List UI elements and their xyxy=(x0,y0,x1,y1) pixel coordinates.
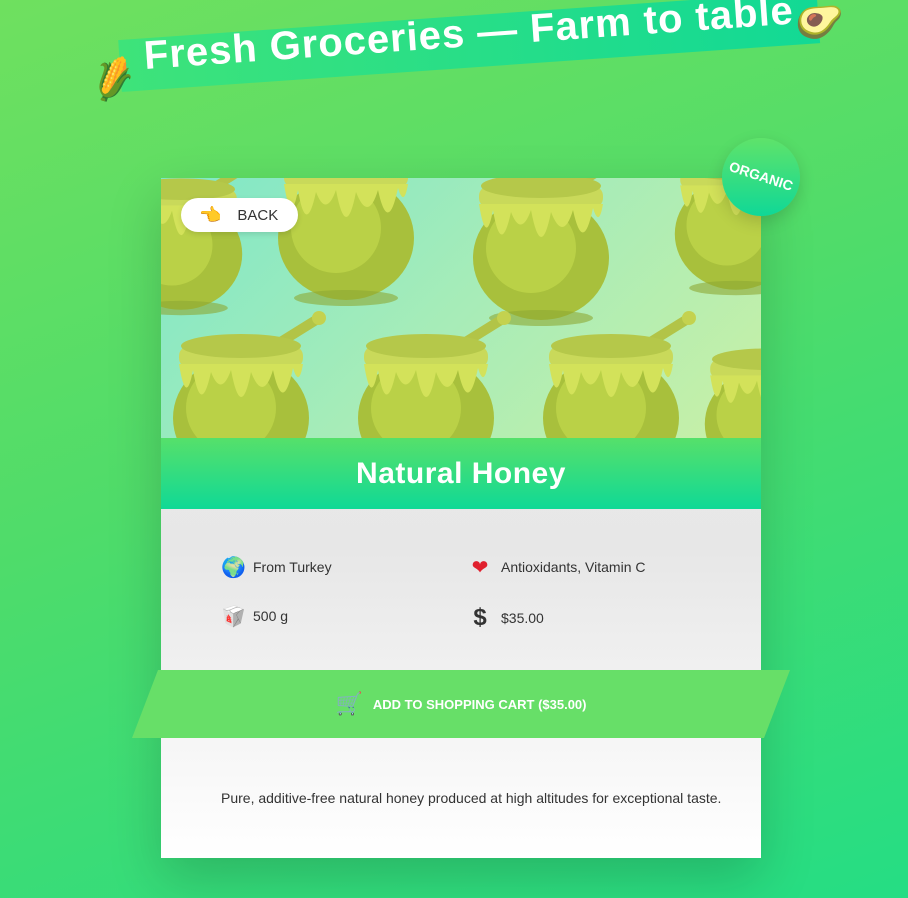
back-button[interactable]: 👈 BACK xyxy=(181,198,298,232)
price-info: $ $35.00 xyxy=(469,604,544,632)
honey-pot-icon xyxy=(173,311,326,438)
heart-icon: ❤ xyxy=(471,555,489,579)
honey-pot-icon xyxy=(473,178,609,326)
shopping-cart-icon: 🛒 xyxy=(335,691,363,717)
weight-text: 500 g xyxy=(253,608,289,624)
origin-text: From Turkey xyxy=(253,559,332,575)
origin-info: 🌍 From Turkey xyxy=(221,555,332,579)
add-to-cart-button[interactable]: 🛒 ADD TO SHOPPING CART ($35.00) xyxy=(132,670,790,738)
price-text: $35.00 xyxy=(501,610,544,626)
organic-badge-label: ORGANIC xyxy=(727,158,795,194)
honey-pot-icon xyxy=(278,178,414,306)
nutrients-info: ❤ Antioxidants, Vitamin C xyxy=(469,555,646,579)
takeout-box-icon: 🥡 xyxy=(221,604,246,628)
organic-badge: ORGANIC xyxy=(722,138,800,216)
dollar-icon: $ xyxy=(473,604,487,631)
product-description: Pure, additive-free natural honey produc… xyxy=(221,790,722,806)
pointing-hand-icon: 👈 xyxy=(199,204,222,226)
product-title-band: Natural Honey xyxy=(161,438,761,509)
honey-pot-icon xyxy=(704,348,761,438)
product-card: 👈 BACK Natural Honey xyxy=(161,178,761,858)
product-name: Natural Honey xyxy=(356,456,566,490)
globe-icon: 🌍 xyxy=(221,555,246,579)
add-to-cart-label: ADD TO SHOPPING CART ($35.00) xyxy=(372,696,587,712)
nutrients-text: Antioxidants, Vitamin C xyxy=(501,559,646,575)
honey-pot-icon xyxy=(543,311,696,438)
honey-pot-icon xyxy=(358,311,511,438)
weight-info: 🥡 500 g xyxy=(221,604,288,628)
back-button-label: BACK xyxy=(237,206,279,224)
